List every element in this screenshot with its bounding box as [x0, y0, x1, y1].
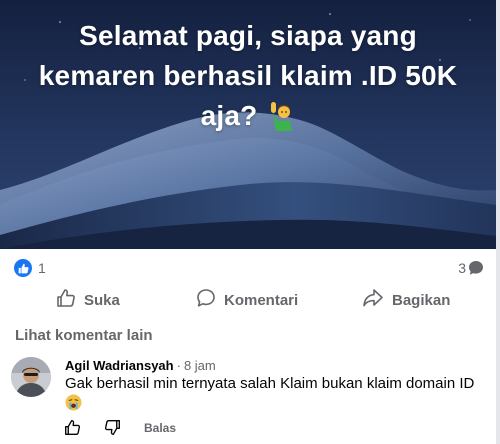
comment-text: Gak berhasil min ternyata salah Klaim bu…: [65, 375, 475, 392]
comment-button[interactable]: Komentari: [196, 284, 298, 316]
comment-timestamp[interactable]: 8 jam: [184, 358, 216, 373]
like-button-label: Suka: [84, 291, 120, 309]
post-caption: Selamat pagi, siapa yang kemaren berhasi…: [20, 16, 476, 142]
comment-header: Agil Wadriansyah · 8 jam: [65, 358, 216, 373]
reply-button[interactable]: Balas: [144, 421, 176, 435]
crying-face-icon: [65, 394, 82, 417]
post-image[interactable]: Selamat pagi, siapa yang kemaren berhasi…: [0, 0, 496, 249]
comment-text-block: Gak berhasil min ternyata salah Klaim bu…: [65, 374, 475, 417]
view-more-comments-link[interactable]: Lihat komentar lain: [15, 327, 153, 344]
thumbs-up-icon[interactable]: [64, 419, 81, 441]
person-raising-hand-icon: [269, 101, 295, 142]
comment-actions: Balas: [64, 418, 264, 438]
comment-author[interactable]: Agil Wadriansyah: [65, 358, 174, 373]
separator-dot: ·: [176, 358, 181, 373]
comment-bubble-icon: [468, 260, 484, 281]
share-arrow-icon: [362, 288, 384, 312]
like-button[interactable]: Suka: [56, 284, 120, 316]
post-stats: 1 3: [0, 256, 496, 280]
avatar[interactable]: [11, 357, 51, 397]
speech-bubble-icon: [196, 288, 216, 312]
post-caption-text: Selamat pagi, siapa yang kemaren berhasi…: [38, 20, 458, 131]
thumbs-up-icon: [56, 288, 76, 312]
like-reaction-icon[interactable]: [14, 259, 32, 277]
comment-button-label: Komentari: [224, 291, 299, 309]
post-actions: Suka Komentari Bagikan: [0, 284, 496, 316]
share-button-label: Bagikan: [392, 291, 451, 309]
thumbs-down-icon[interactable]: [104, 419, 121, 441]
share-button[interactable]: Bagikan: [362, 284, 450, 316]
scrollbar[interactable]: [496, 0, 500, 444]
comment-count[interactable]: 3: [458, 260, 466, 276]
reaction-count[interactable]: 1: [38, 260, 46, 276]
